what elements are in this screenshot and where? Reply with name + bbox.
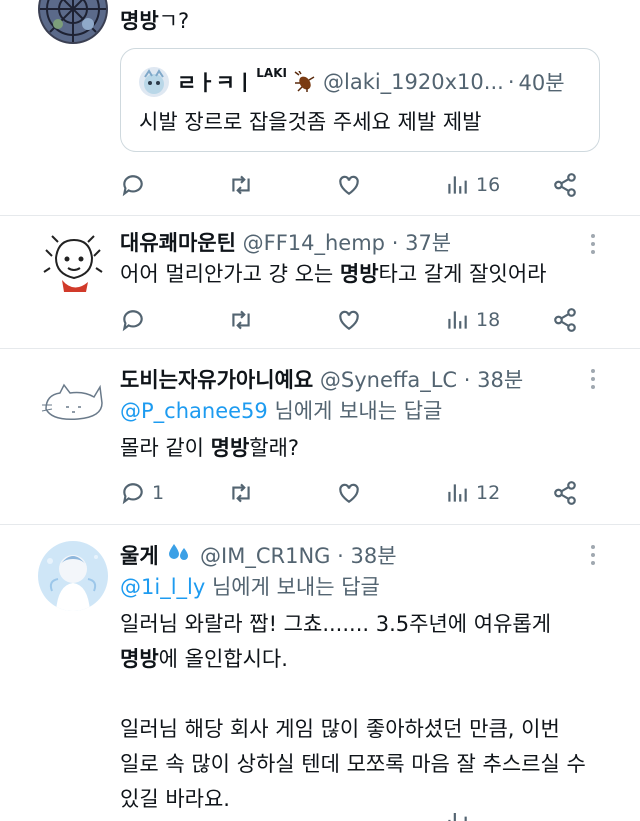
avatar[interactable] xyxy=(38,541,108,611)
share-icon xyxy=(554,481,576,505)
reply-icon xyxy=(122,175,143,197)
display-name[interactable]: 울게 xyxy=(120,544,159,568)
heart-icon xyxy=(339,483,359,503)
reply-button[interactable] xyxy=(120,302,146,338)
tweet-actions xyxy=(120,813,590,821)
tweet[interactable]: 도비는자유가아니예요 @Syneffa_LC · 38분 @P_chanee59… xyxy=(0,349,640,525)
retweet-icon xyxy=(232,175,250,195)
separator-dot: · xyxy=(507,70,515,94)
quoted-text: 시발 장르로 잡을것좀 주세요 제발 제발 xyxy=(139,110,482,134)
views-button[interactable]: 12 xyxy=(444,475,500,511)
avatar[interactable] xyxy=(38,0,108,44)
tweet-text: 몰라 같이 명방할래? xyxy=(120,436,300,460)
reply-button[interactable] xyxy=(120,167,146,203)
bar-chart-icon xyxy=(448,311,467,329)
reply-to-handle[interactable]: @1i_l_ly xyxy=(120,575,205,599)
reply-count: 1 xyxy=(152,482,165,504)
share-icon xyxy=(554,173,576,197)
retweet-icon xyxy=(232,483,250,503)
heart-icon xyxy=(339,175,359,195)
quoted-time: 40분 xyxy=(518,71,565,95)
tweet-text: 어어 멀리안가고 걍 오는 명방타고 갈게 잘잇어라 xyxy=(120,262,547,286)
tweet-text: 일러님 와랄라 짭! 그쵸....... 3.5주년에 여유롭게 명방에 올인합… xyxy=(120,612,586,811)
reply-button[interactable]: 1 xyxy=(120,475,164,511)
user-handle[interactable]: @Syneffa_LC xyxy=(320,368,457,392)
share-button[interactable] xyxy=(552,302,578,338)
views-button[interactable]: 16 xyxy=(444,167,500,203)
tweet-actions: 18 xyxy=(120,302,590,338)
reply-icon xyxy=(122,483,143,505)
more-options-icon[interactable] xyxy=(590,545,596,567)
timestamp[interactable]: 37분 xyxy=(405,231,451,255)
share-button[interactable] xyxy=(552,475,578,511)
tweet-actions: 16 xyxy=(120,167,590,203)
tweet-text: 명방ㄱ? xyxy=(120,9,190,33)
tweet[interactable]: 명방ㄱ? ㄹㅏㅋㅣ LAKI @laki_1920x10... · 40분 시발… xyxy=(0,0,640,216)
reply-to-handle[interactable]: @P_chanee59 xyxy=(120,399,268,423)
views-count: 16 xyxy=(476,174,501,196)
like-button[interactable] xyxy=(336,302,362,338)
views-button[interactable]: 18 xyxy=(444,302,500,338)
display-name[interactable]: 도비는자유가아니예요 xyxy=(120,368,313,392)
share-icon xyxy=(554,308,576,332)
more-options-icon[interactable] xyxy=(590,369,596,391)
retweet-icon xyxy=(232,310,250,330)
retweet-button[interactable] xyxy=(228,475,254,511)
reply-context: @1i_l_ly 님에게 보내는 답글 xyxy=(120,575,380,599)
share-button[interactable] xyxy=(552,167,578,203)
views-count: 18 xyxy=(476,309,501,331)
droplets-emoji-icon xyxy=(167,540,191,573)
display-name[interactable]: 대유쾌마운틴 xyxy=(120,231,236,255)
separator-dot: · xyxy=(463,368,471,392)
bar-chart-icon xyxy=(448,813,467,821)
user-handle[interactable]: @FF14_hemp xyxy=(243,231,385,255)
bar-chart-icon xyxy=(448,176,467,194)
reply-icon xyxy=(122,310,143,332)
separator-dot: · xyxy=(391,231,399,255)
timestamp[interactable]: 38분 xyxy=(477,368,523,392)
reply-context: @P_chanee59 님에게 보내는 답글 xyxy=(120,399,443,423)
separator-dot: · xyxy=(337,544,344,568)
quoted-tweet[interactable]: ㄹㅏㅋㅣ LAKI @laki_1920x10... · 40분 시발 장르로 … xyxy=(120,48,600,152)
quoted-name-sup: LAKI xyxy=(256,66,287,80)
cockroach-emoji-icon xyxy=(293,71,315,93)
bar-chart-icon xyxy=(448,484,467,502)
tweet[interactable]: 대유쾌마운틴 @FF14_hemp · 37분 어어 멀리안가고 걍 오는 명방… xyxy=(0,216,640,349)
timestamp[interactable]: 38분 xyxy=(351,544,397,568)
views-button[interactable] xyxy=(444,813,470,821)
retweet-button[interactable] xyxy=(228,302,254,338)
like-button[interactable] xyxy=(336,475,362,511)
heart-icon xyxy=(339,310,359,330)
views-count: 12 xyxy=(476,482,501,504)
more-options-icon[interactable] xyxy=(590,234,596,256)
user-handle[interactable]: @IM_CR1NG xyxy=(200,544,330,568)
quoted-name: ㄹㅏㅋㅣ xyxy=(177,71,255,95)
quoted-handle: @laki_1920x10... xyxy=(322,70,504,94)
retweet-button[interactable] xyxy=(228,167,254,203)
tweet[interactable]: 울게 @IM_CR1NG · 38분 @1i_l_ly 님에게 보내는 답글 일… xyxy=(0,525,640,821)
quoted-avatar xyxy=(139,67,169,97)
like-button[interactable] xyxy=(336,167,362,203)
avatar[interactable] xyxy=(38,228,108,298)
avatar[interactable] xyxy=(38,363,108,433)
tweet-actions: 1 12 xyxy=(120,475,590,511)
